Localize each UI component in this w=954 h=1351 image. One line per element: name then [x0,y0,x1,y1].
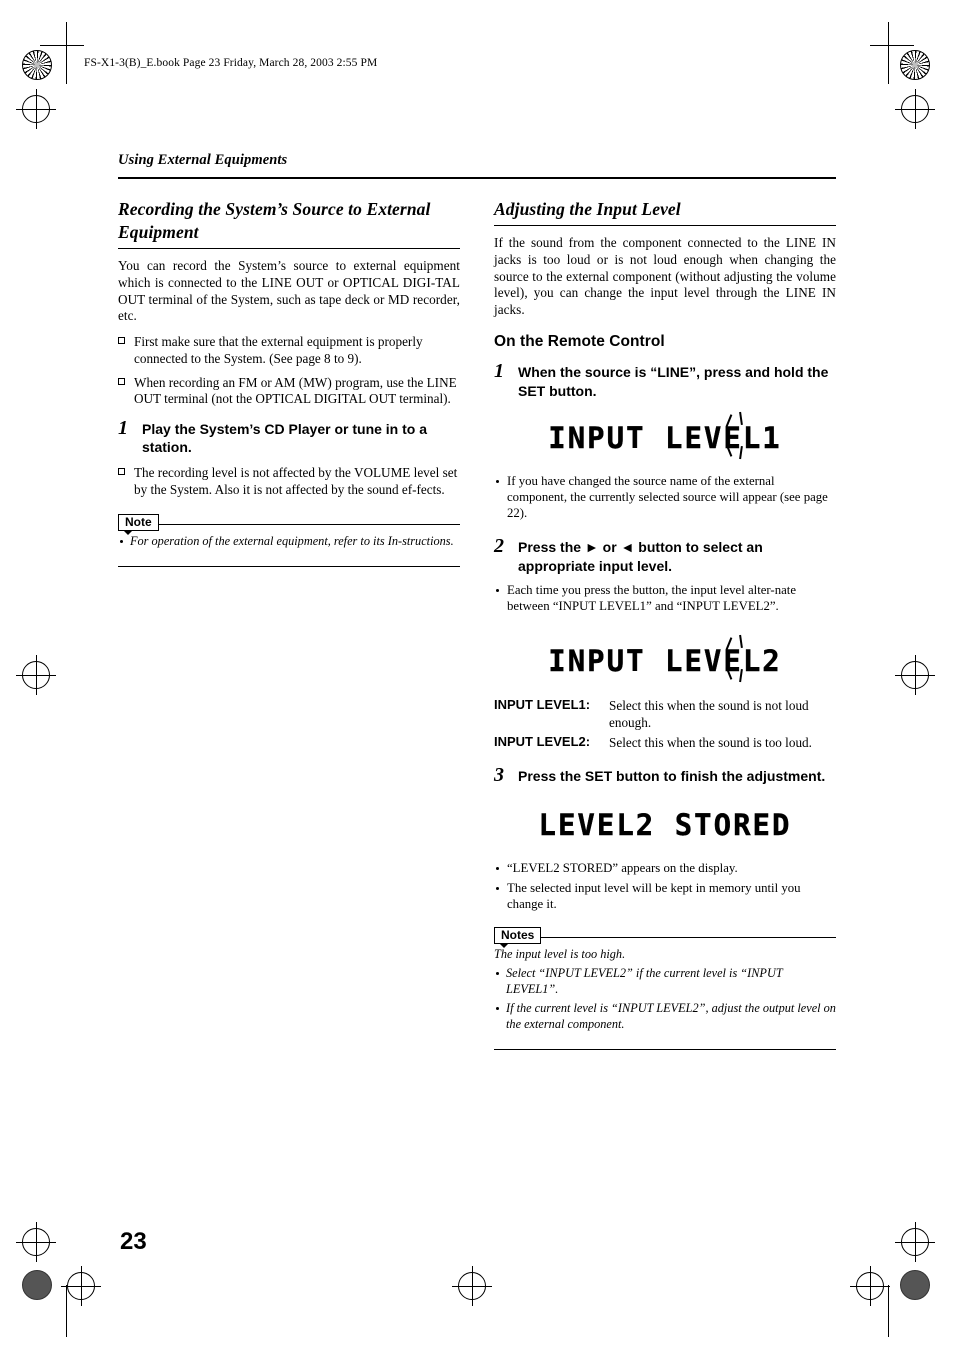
definition-description: Select this when the sound is too loud. [609,734,812,750]
list-item: The recording level is not affected by t… [118,465,460,498]
list-item: If you have changed the source name of t… [494,474,836,522]
list-item: Select “INPUT LEVEL2” if the current lev… [494,966,836,998]
bullet-dot-icon [496,1007,499,1011]
running-head-rule [118,177,836,179]
right-section-title: Adjusting the Input Level [494,199,681,219]
list-item: The selected input level will be kept in… [494,881,836,913]
definition-term: INPUT LEVEL2: [494,733,591,749]
bullet-dot-icon [496,589,499,593]
page-body: Using External Equipments Recording the … [0,0,954,1351]
left-note-items: For operation of the external equipment,… [118,534,460,550]
left-note-top-rule [118,524,460,526]
list-item: Each time you press the button, the inpu… [494,583,836,615]
list-item: First make sure that the external equipm… [118,334,460,367]
list-item: When recording an FM or AM (MW) program,… [118,375,460,408]
running-head: Using External Equipments [118,152,288,168]
bullet-dot-icon [120,540,123,544]
bullet-dot-icon [496,480,499,484]
right-step-2: 2 Press the ► or ◄ button to select an a… [494,535,836,575]
left-step-1-bullets: The recording level is not affected by t… [118,465,460,498]
right-step-2-number: 2 [494,535,504,558]
right-step-2-bullets: Each time you press the button, the inpu… [494,583,836,615]
right-notes-box: Notes The input level is too high. Selec… [494,927,836,1051]
bullet-dot-icon [496,887,499,891]
square-bullet-icon [118,337,125,345]
list-item-text: When recording an FM or AM (MW) program,… [134,374,457,407]
bullet-dot-icon [496,972,499,976]
lcd-display-level2-stored: LEVEL2 STORED [494,799,836,851]
list-item-text: “LEVEL2 STORED” appears on the display. [507,861,738,876]
definition-description: Select this when the sound is not loud e… [609,698,809,731]
list-item-text: For operation of the external equipment,… [130,534,454,549]
left-step-1: 1 Play the System’s CD Player or tune in… [118,416,460,457]
definition-row: INPUT LEVEL1: Select this when the sound… [494,697,836,731]
right-step-1: 1 When the source is “LINE”, press and h… [494,359,836,400]
right-notes-top-rule [494,937,836,939]
left-intro-paragraph: You can record the System’s source to ex… [118,258,460,324]
right-step-1-bullets: If you have changed the source name of t… [494,474,836,522]
lcd-display-input-level-1: INPUT LEVEL1 [494,412,836,464]
right-notes-tag: Notes [494,927,542,949]
list-item-text: The selected input level will be kept in… [507,881,801,912]
list-item: If the current level is “INPUT LEVEL2”, … [494,1001,836,1033]
blink-indicator-icon [722,635,756,683]
right-notes-items: Select “INPUT LEVEL2” if the current lev… [494,966,836,1033]
right-column: Adjusting the Input Level If the sound f… [494,198,836,1051]
right-step-3-number: 3 [494,763,504,786]
list-item-text: Each time you press the button, the inpu… [507,583,797,614]
list-item-text: The recording level is not affected by t… [134,464,458,497]
right-notes-bottom-rule [494,1049,836,1051]
lcd-display-input-level-2: INPUT LEVEL2 [494,635,836,687]
right-intro-paragraph: If the sound from the component connecte… [494,235,836,318]
left-square-bullet-list: First make sure that the external equipm… [118,334,460,408]
list-item-text: Select “INPUT LEVEL2” if the current lev… [506,966,783,997]
square-bullet-icon [118,467,125,475]
square-bullet-icon [118,377,125,385]
right-notes-lead: The input level is too high. [494,947,626,962]
left-column: Recording the System’s Source to Externa… [118,198,460,568]
left-note-bottom-rule [118,566,460,568]
list-item-text: If the current level is “INPUT LEVEL2”, … [506,1001,836,1032]
left-section-title: Recording the System’s Source to Externa… [118,199,431,243]
left-section-rule [118,248,460,250]
left-note-box: Note For operation of the external equip… [118,514,460,568]
list-item-text: If you have changed the source name of t… [507,474,828,521]
list-item: “LEVEL2 STORED” appears on the display. [494,861,836,877]
right-step-3: 3 Press the SET button to finish the adj… [494,763,836,786]
blink-indicator-icon [722,412,756,460]
right-step-2-text: Press the ► or ◄ button to select an app… [518,539,763,574]
left-step-1-text: Play the System’s CD Player or tune in t… [142,420,428,456]
list-item: For operation of the external equipment,… [118,534,460,550]
left-note-tag: Note [118,514,159,536]
definition-term: INPUT LEVEL1: [494,697,591,713]
right-step-1-number: 1 [494,359,504,382]
bullet-dot-icon [496,867,499,871]
lcd-text: LEVEL2 STORED [538,808,792,843]
right-step-3-bullets: “LEVEL2 STORED” appears on the display. … [494,861,836,913]
right-step-1-text: When the source is “LINE”, press and hol… [518,363,829,399]
input-level-definitions: INPUT LEVEL1: Select this when the sound… [494,697,836,750]
right-step-3-text: Press the SET button to finish the adjus… [518,767,826,784]
left-step-1-number: 1 [118,416,128,439]
right-subhead: On the Remote Control [494,332,665,350]
page-number: 23 [120,1228,147,1255]
right-section-rule [494,225,836,227]
definition-row: INPUT LEVEL2: Select this when the sound… [494,734,836,751]
list-item-text: First make sure that the external equipm… [134,334,423,366]
